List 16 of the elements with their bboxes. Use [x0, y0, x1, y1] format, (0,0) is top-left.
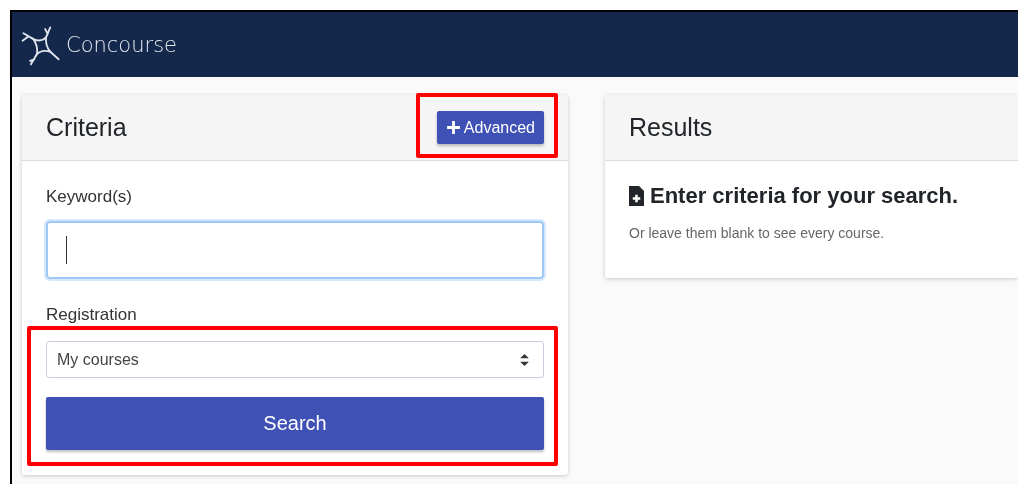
results-hint: Or leave them blank to see every course.: [629, 225, 886, 241]
search-button[interactable]: Search: [46, 397, 544, 450]
logo-icon: [20, 23, 62, 66]
field-label: Registration: [46, 305, 138, 325]
card-title: Criteria: [46, 113, 127, 142]
field-label: Keyword(s): [46, 187, 133, 207]
brand-name: Concourse: [66, 32, 178, 57]
advanced-button[interactable]: Advanced: [436, 111, 544, 144]
card-title: Results: [629, 113, 713, 142]
file-plus-icon: [629, 186, 644, 206]
keyword-field[interactable]: [46, 221, 544, 279]
results-heading: Enter criteria for your search.: [650, 183, 959, 209]
text-cursor: [66, 236, 67, 264]
registration-select[interactable]: My courses: [46, 341, 544, 378]
sort-caret-icon: [520, 353, 529, 366]
plus-icon: [445, 120, 461, 135]
